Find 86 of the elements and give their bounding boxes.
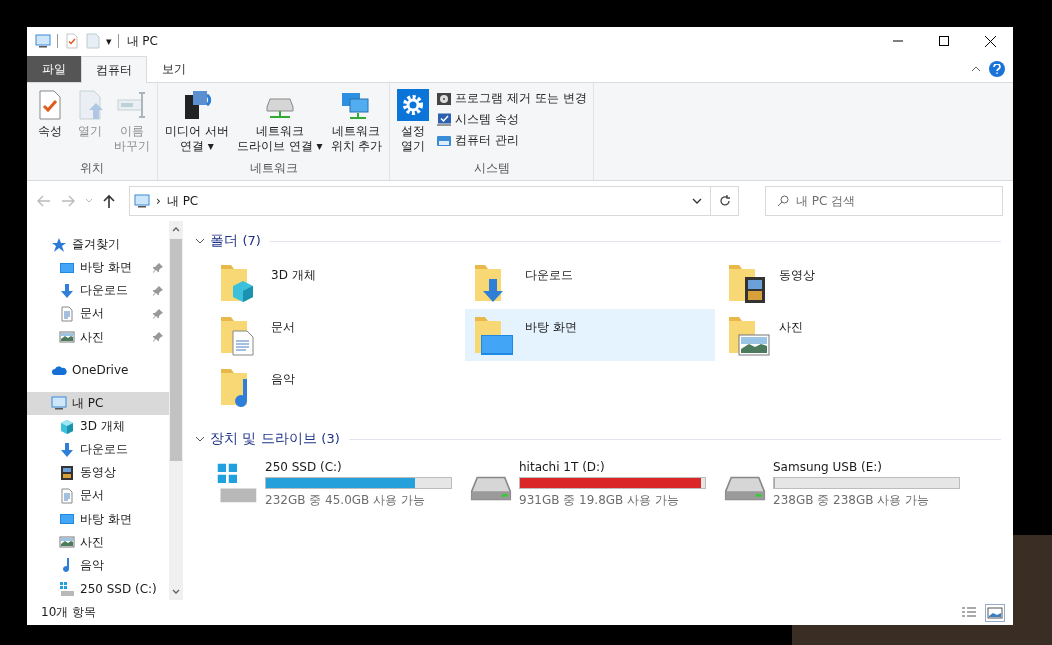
ribbon-command[interactable]: 컴퓨터 관리: [434, 131, 589, 150]
section-header[interactable]: 폴더 (7): [210, 232, 261, 250]
collapse-ribbon-icon[interactable]: [971, 64, 981, 73]
maximize-icon: [939, 36, 949, 46]
download-arrow-icon: [59, 282, 75, 299]
sidebar-item[interactable]: 내 PC: [27, 391, 169, 415]
section-header[interactable]: 장치 및 드라이브 (3): [210, 430, 340, 448]
folder-tile[interactable]: 음악: [211, 361, 461, 413]
search-field[interactable]: 내 PC 검색: [765, 186, 1003, 216]
sidebar-item[interactable]: 바탕 화면: [27, 507, 169, 531]
collapse-chevron-icon[interactable]: [195, 434, 205, 444]
scroll-down-icon[interactable]: [172, 589, 180, 595]
disc-box-icon: [436, 90, 453, 107]
ribbon-command[interactable]: 설정 열기: [394, 87, 433, 160]
picture-icon: [59, 534, 75, 551]
sidebar-item[interactable]: 다운로드: [27, 279, 169, 303]
folder-tile[interactable]: 3D 개체: [211, 257, 461, 309]
rename-icon: [116, 89, 148, 121]
refresh-button[interactable]: [711, 186, 739, 216]
close-icon: [984, 35, 996, 47]
ribbon-command[interactable]: 프로그램 제거 또는 변경: [434, 89, 589, 108]
drive-name[interactable]: hitachi 1T (D:): [519, 459, 706, 474]
refresh-icon: [718, 195, 731, 207]
help-icon[interactable]: [989, 60, 1005, 77]
group-label: 위치: [79, 160, 105, 177]
customize-dropdown[interactable]: ▾: [106, 35, 112, 47]
address-bar[interactable]: › 내 PC: [129, 186, 711, 216]
breadcrumb[interactable]: 내 PC: [166, 192, 199, 210]
ribbon-tab[interactable]: 파일: [27, 56, 81, 82]
sidebar-item[interactable]: 문서: [27, 484, 169, 508]
group-label: 시스템: [472, 160, 511, 177]
ribbon-tab[interactable]: 보기: [147, 56, 201, 82]
window-title: 내 PC: [126, 32, 158, 50]
monitor-check-icon: [436, 111, 453, 128]
ribbon-command[interactable]: 속성: [31, 87, 69, 160]
star-icon: [51, 236, 67, 253]
search-icon: [777, 195, 789, 207]
sidebar-item[interactable]: 250 SSD (C:): [27, 576, 169, 601]
folder-tile[interactable]: 문서: [211, 309, 461, 361]
document-icon: [59, 306, 75, 322]
collapse-chevron-icon[interactable]: [195, 236, 205, 246]
drive-icon: [59, 580, 75, 597]
free-space-text: 232GB 중 45.0GB 사용 가능: [265, 491, 426, 509]
sidebar-item[interactable]: 동영상: [27, 461, 169, 485]
document-icon: [59, 487, 75, 504]
sidebar-item[interactable]: OneDrive: [27, 358, 169, 382]
computer-icon: [35, 33, 51, 49]
drive-icon: [215, 461, 259, 505]
free-space-text: 238GB 중 238GB 사용 가능: [773, 491, 931, 509]
free-space-text: 931GB 중 19.8GB 사용 가능: [519, 491, 680, 509]
sidebar-item[interactable]: 즐겨찾기: [27, 233, 169, 257]
drive-name[interactable]: 250 SSD (C:): [265, 459, 452, 474]
folder-tile[interactable]: 바탕 화면: [465, 309, 715, 361]
scrollbar[interactable]: [169, 221, 183, 600]
sidebar-item[interactable]: 바탕 화면: [27, 256, 169, 280]
folder-tile[interactable]: 동영상: [719, 257, 969, 309]
ribbon-command[interactable]: 미디어 서버 연결 ▾: [162, 87, 232, 160]
picture-icon: [59, 329, 75, 346]
sidebar-item[interactable]: 문서: [27, 302, 169, 326]
scroll-up-icon[interactable]: [172, 226, 180, 232]
ribbon-command[interactable]: 네트워크 드라이브 연결 ▾: [233, 87, 326, 160]
sidebar-item[interactable]: 음악: [27, 553, 169, 577]
large-icons-view-button[interactable]: [985, 603, 1005, 622]
sidebar-item[interactable]: 다운로드: [27, 438, 169, 462]
computer-icon: [51, 395, 67, 412]
sidebar-item[interactable]: 3D 개체: [27, 415, 169, 439]
item-count: 10개 항목: [41, 604, 97, 621]
blank-document-icon: [86, 33, 100, 49]
dropdown-chevron-icon[interactable]: [692, 198, 702, 204]
breadcrumb-separator: ›: [156, 194, 161, 208]
ribbon-command[interactable]: 네트워크 위치 추가: [327, 87, 386, 160]
drive-name[interactable]: Samsung USB (E:): [773, 459, 960, 474]
computer-icon: [134, 193, 150, 209]
film-icon: [59, 464, 75, 481]
up-button[interactable]: [103, 194, 115, 208]
sidebar-item[interactable]: 사진: [27, 325, 169, 349]
cube-icon: [59, 418, 75, 435]
folder-tile[interactable]: 사진: [719, 309, 969, 361]
folder-tile[interactable]: 다운로드: [465, 257, 715, 309]
ribbon-tab[interactable]: 컴퓨터: [81, 56, 147, 83]
sidebar-item[interactable]: 사진: [27, 530, 169, 554]
group-label: 네트워크: [248, 160, 299, 177]
settings-icon: [397, 89, 430, 121]
ribbon-command[interactable]: 시스템 속성: [434, 110, 589, 129]
checklist-icon: [64, 33, 80, 49]
download-arrow-icon: [59, 441, 75, 458]
